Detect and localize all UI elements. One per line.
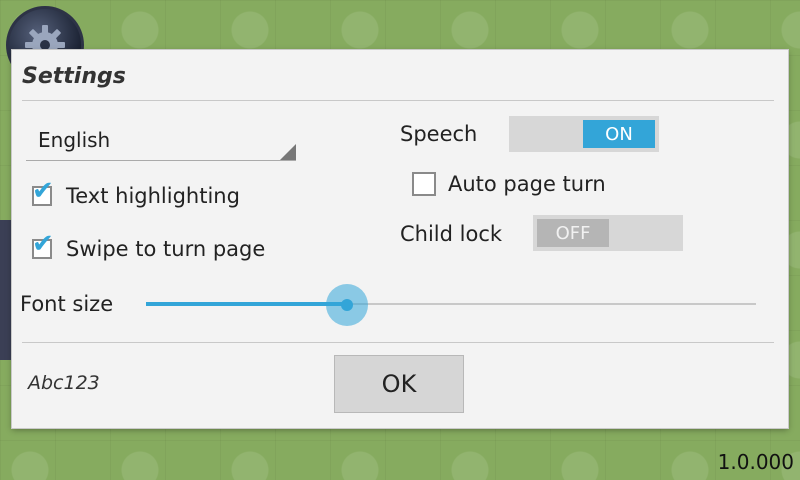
slider-thumb-dot [341,299,353,311]
font-sample-text: Abc123 [28,372,100,394]
swipe-to-turn-page-label: Swipe to turn page [66,237,266,261]
dropdown-corner-icon [280,144,296,160]
font-size-slider-fill [146,302,347,306]
settings-dialog: Settings English ✔ Text highlighting ✔ S… [12,50,788,428]
auto-page-turn-label: Auto page turn [448,172,606,196]
child-lock-toggle-knob: OFF [537,219,609,247]
version-label: 1.0.000 [717,450,794,474]
checkbox-box [412,172,436,196]
bottom-divider [22,342,774,343]
page-edge-strip [0,220,12,360]
child-lock-toggle[interactable]: OFF [533,215,683,251]
text-highlighting-checkbox[interactable]: ✔ Text highlighting [32,178,240,208]
font-size-slider-thumb[interactable] [326,284,368,326]
child-lock-label: Child lock [400,222,503,246]
language-select-value: English [38,128,111,152]
speech-toggle-knob: ON [583,120,655,148]
auto-page-turn-checkbox[interactable]: Auto page turn [412,172,606,196]
font-size-label: Font size [20,292,114,316]
speech-label: Speech [400,122,478,146]
text-highlighting-label: Text highlighting [66,184,240,208]
swipe-to-turn-page-checkbox[interactable]: ✔ Swipe to turn page [32,231,266,261]
ok-button[interactable]: OK [334,355,464,413]
checkbox-box: ✔ [32,178,54,206]
speech-toggle[interactable]: ON [509,116,659,152]
checkmark-icon: ✔ [32,229,54,259]
checkmark-icon: ✔ [32,176,54,206]
title-divider [22,100,774,101]
language-select[interactable]: English [26,120,296,161]
checkbox-box: ✔ [32,231,54,259]
dialog-title: Settings [22,64,126,89]
